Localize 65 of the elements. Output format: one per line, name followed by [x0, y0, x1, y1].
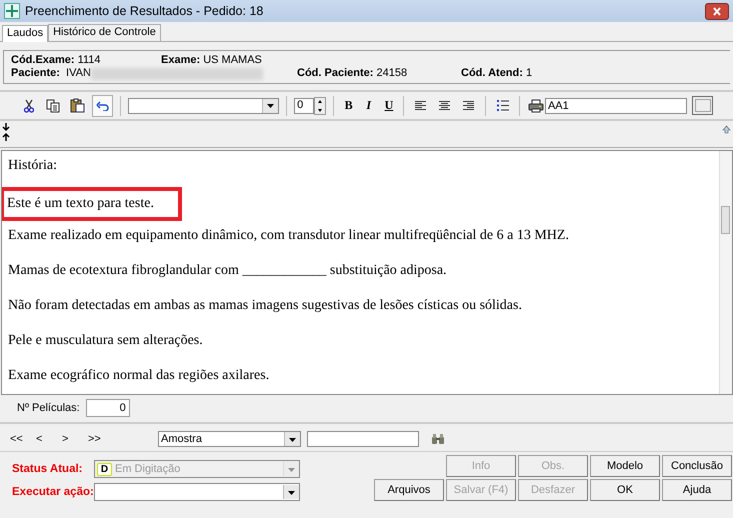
- field-label: Cód. Atend:: [461, 67, 523, 80]
- paragraph: História:: [7, 157, 58, 175]
- align-icon: [463, 100, 474, 110]
- print-field[interactable]: AA1: [544, 98, 688, 114]
- margin-arrows-icon: [2, 123, 10, 141]
- sample-dropdown[interactable]: Amostra: [158, 431, 301, 447]
- font-size-field[interactable]: 0: [294, 98, 314, 114]
- up-arrow-icon[interactable]: [722, 125, 731, 134]
- printer-icon: [528, 98, 544, 112]
- spinner-icon[interactable]: [314, 96, 326, 114]
- scissors-icon: [24, 98, 34, 112]
- format-button[interactable]: B: [341, 98, 356, 113]
- paragraph: Exame realizado em equipamento dinâmico, com transdutor linear multifreqüêncial de 6 a 13 MHZ.: [7, 227, 570, 245]
- format-button[interactable]: U: [381, 98, 396, 113]
- field-value: 1: [526, 67, 532, 80]
- nav-button[interactable]: >: [62, 433, 88, 445]
- action-dropdown[interactable]: [94, 483, 300, 501]
- field-label: Status Atual:: [12, 463, 84, 475]
- tab[interactable]: Laudos: [2, 25, 48, 42]
- field-label: Exame:: [161, 54, 200, 66]
- font-dropdown[interactable]: [128, 98, 280, 114]
- paragraph: Não foram detectadas em ambas as mamas imagens sugestivas de lesões císticas ou sólidas.: [7, 297, 523, 315]
- field-label: Cód. Paciente:: [297, 67, 374, 80]
- field-value: IVAN: [66, 67, 91, 80]
- search-field[interactable]: [307, 431, 419, 447]
- align-icon: [415, 100, 426, 110]
- field-value: 1114: [78, 54, 100, 66]
- field-value: 24158: [376, 67, 408, 80]
- scrollbar[interactable]: [719, 151, 732, 394]
- action-button[interactable]: OK: [590, 479, 660, 501]
- status-badge: D: [97, 462, 112, 476]
- action-button[interactable]: Conclusão: [662, 455, 732, 477]
- dotted-frame-icon: [694, 99, 711, 112]
- window-title: Preenchimento de Resultados - Pedido: 18: [25, 4, 264, 18]
- action-button[interactable]: Modelo: [590, 455, 660, 477]
- tab[interactable]: Histórico de Controle: [48, 24, 161, 41]
- undo-button[interactable]: [92, 94, 113, 116]
- options-button[interactable]: [692, 96, 714, 115]
- format-button[interactable]: I: [361, 98, 376, 113]
- action-button[interactable]: Ajuda: [662, 479, 732, 501]
- paragraph: Pele e musculatura sem alterações.: [7, 332, 204, 350]
- paragraph: Exame ecográfico normal das regiões axilares.: [7, 367, 270, 385]
- field-label: Paciente:: [11, 67, 60, 80]
- action-button[interactable]: Arquivos: [374, 479, 444, 501]
- nav-button[interactable]: <<: [10, 433, 36, 445]
- paragraph: Mamas de ecotextura fibroglandular com ____________ substituição adiposa.: [7, 262, 448, 280]
- close-icon: [712, 6, 722, 16]
- field-label: Cód.Exame:: [11, 54, 75, 66]
- plus-icon: [4, 3, 20, 19]
- text-editor[interactable]: [1, 150, 733, 395]
- undo-icon: [96, 100, 109, 110]
- field-label: Nº Películas:: [17, 402, 80, 414]
- paste-button[interactable]: [68, 96, 87, 116]
- align-icon: [439, 100, 450, 110]
- nav-button[interactable]: <: [36, 433, 62, 445]
- clipboard-icon: [70, 98, 85, 113]
- peliculas-field[interactable]: 0: [86, 399, 130, 417]
- copy-icon: [46, 98, 60, 112]
- bullet-list-icon: [496, 100, 509, 111]
- close-button[interactable]: [705, 2, 729, 20]
- nav-button[interactable]: >>: [88, 433, 114, 445]
- field-label: Executar ação:: [12, 486, 94, 498]
- binoculars-icon[interactable]: [431, 433, 445, 445]
- field-value: US MAMAS: [203, 54, 262, 66]
- dropdown-arrow-icon: [266, 101, 276, 110]
